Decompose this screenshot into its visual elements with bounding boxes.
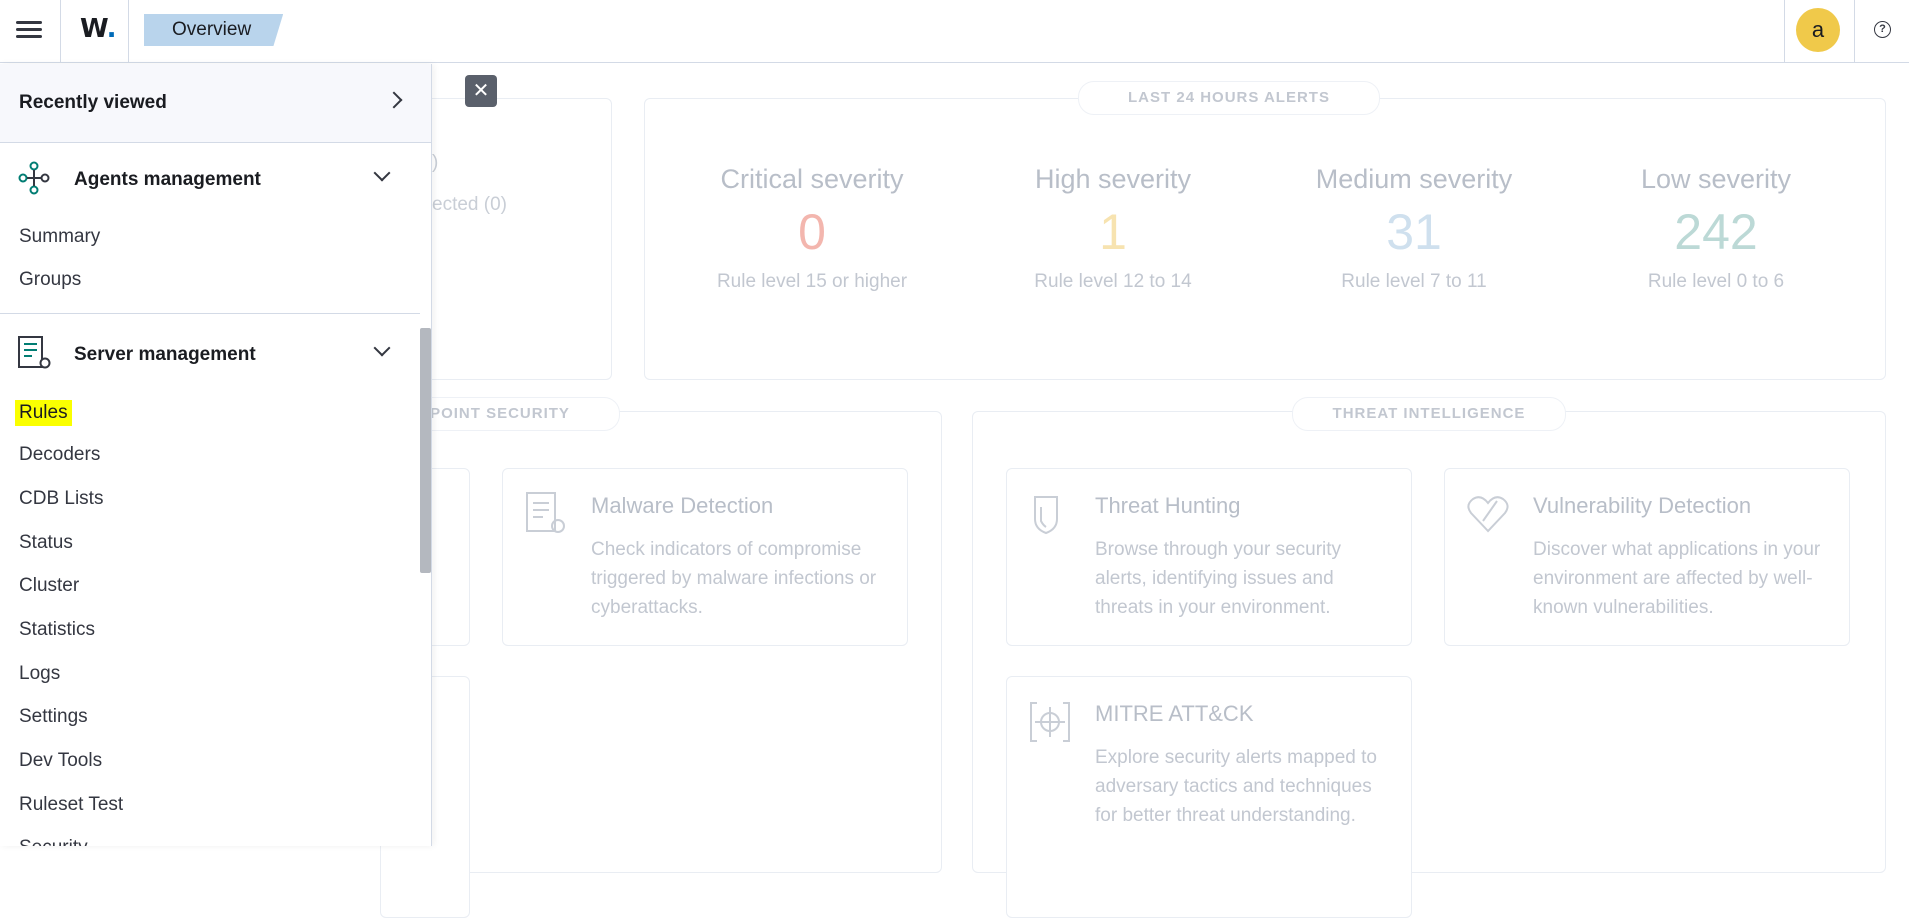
header-divider [1854,0,1855,63]
card-malware-detection[interactable]: Malware Detection Check indicators of co… [502,468,908,646]
nav-item-rules[interactable]: Rules [15,400,72,426]
menu-icon[interactable] [16,18,42,42]
chevron-down-icon[interactable] [373,164,391,182]
nav-item-ruleset-test[interactable]: Ruleset Test [19,794,123,816]
severity-sub: Rule level 0 to 6 [1647,271,1785,292]
severity-title: Medium severity [1315,164,1513,194]
severity-title: High severity [1034,164,1192,194]
nav-item-settings[interactable]: Settings [19,706,88,728]
group-server-management[interactable]: Server management [0,336,431,376]
nav-item-statistics[interactable]: Statistics [19,619,95,641]
threat-intelligence-title: THREAT INTELLIGENCE [1292,397,1566,431]
agents-partial-text: ) [432,152,439,173]
card-description: Browse through your security alerts, ide… [1095,539,1342,618]
severity-value: 1 [1099,204,1127,260]
card-title: Vulnerability Detection [1533,493,1752,518]
malware-detection-icon [526,492,565,533]
group-agents-management[interactable]: Agents management [0,161,431,201]
card-threat-hunting[interactable]: Threat Hunting Browse through your secur… [1006,468,1412,646]
header-divider [60,0,61,63]
card-description: Discover what applications in your envir… [1533,539,1821,618]
card-title: Threat Hunting [1095,493,1241,518]
nav-item-status[interactable]: Status [19,532,73,554]
app-logo[interactable]: W. [80,14,116,44]
card-description: Check indicators of compromise triggered… [591,539,877,618]
nav-item-groups[interactable]: Groups [19,269,81,291]
threat-hunting-icon [1034,496,1058,535]
agents-disconnected-text: ected (0) [432,194,507,215]
severity-value: 242 [1674,204,1758,260]
card-vulnerability-detection[interactable]: Vulnerability Detection Discover what ap… [1444,468,1850,646]
chevron-down-icon[interactable] [373,339,391,357]
severity-low[interactable]: Low severity 242 Rule level 0 to 6 [1586,164,1846,293]
severity-sub: Rule level 12 to 14 [1034,271,1192,292]
group-label: Server management [74,344,256,365]
severity-sub: Rule level 7 to 11 [1341,271,1487,292]
nav-item-cdb-lists[interactable]: CDB Lists [19,488,103,510]
severity-medium[interactable]: Medium severity 31 Rule level 7 to 11 [1284,164,1544,293]
server-management-icon [18,336,51,369]
vulnerability-icon [1467,496,1509,533]
recently-viewed-label: Recently viewed [19,92,167,113]
header-divider [1784,0,1785,63]
logo-dot: . [106,14,117,44]
flyout-scrollbar[interactable] [420,328,431,573]
nav-item-decoders[interactable]: Decoders [19,444,100,466]
severity-title: Critical severity [720,164,904,194]
nav-item-cluster[interactable]: Cluster [19,575,79,597]
mitre-icon [1030,702,1070,742]
logo-text: W [80,14,107,44]
severity-critical[interactable]: Critical severity 0 Rule level 15 or hig… [682,164,942,293]
severity-sub: Rule level 15 or higher [716,271,908,292]
alerts-panel-title: LAST 24 HOURS ALERTS [1078,81,1380,115]
navigation-flyout: Recently viewed Agents management Summar… [0,64,432,846]
section-divider [0,313,420,314]
user-avatar[interactable]: a [1796,8,1840,52]
chevron-right-icon[interactable] [385,91,403,109]
agents-icon [18,161,50,195]
card-title: MITRE ATT&CK [1095,701,1254,726]
top-header: W. Overview a ? [0,0,1909,63]
severity-high[interactable]: High severity 1 Rule level 12 to 14 [983,164,1243,293]
nav-item-security[interactable]: Security [19,837,88,846]
severity-title: Low severity [1640,164,1792,194]
header-divider [128,0,129,63]
severity-value: 31 [1386,204,1442,260]
recently-viewed-header[interactable]: Recently viewed [0,64,431,143]
close-flyout-button[interactable]: ✕ [465,75,497,107]
card-description: Explore security alerts mapped to advers… [1095,747,1377,826]
card-title: Malware Detection [591,493,774,518]
severity-value: 0 [798,204,826,260]
breadcrumb-overview[interactable]: Overview [144,14,284,46]
card-mitre-attack[interactable]: MITRE ATT&CK Explore security alerts map… [1006,676,1412,918]
help-icon[interactable]: ? [1874,21,1891,38]
nav-item-logs[interactable]: Logs [19,663,60,685]
nav-item-summary[interactable]: Summary [19,226,100,248]
group-label: Agents management [74,169,261,190]
nav-item-dev-tools[interactable]: Dev Tools [19,750,102,772]
